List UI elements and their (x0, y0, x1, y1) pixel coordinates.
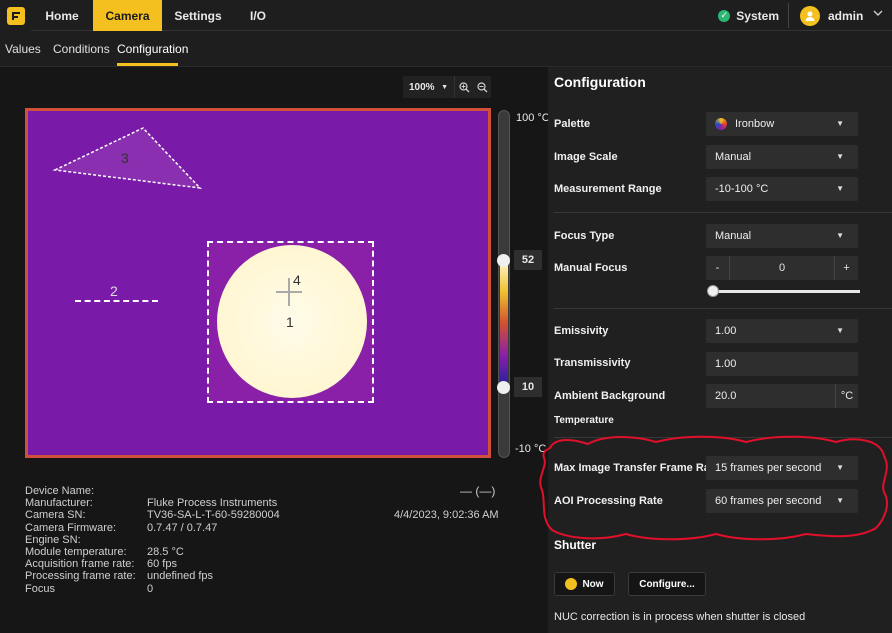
info-value: 0.7.47 / 0.7.47 (147, 521, 218, 534)
red-annotation-outline (539, 435, 888, 541)
palette-select[interactable]: Ironbow ▼ (706, 112, 858, 136)
ambient-label-2: Temperature (554, 415, 614, 426)
ambient-unit: °C (835, 384, 858, 408)
info-key: Device Name: (25, 485, 95, 497)
decrement-button[interactable]: - (706, 256, 730, 280)
region-2-label: 2 (110, 283, 118, 299)
info-row: Module temperature: 28.5 °C (25, 546, 280, 558)
palette-label: Palette (554, 118, 591, 130)
region-2-line[interactable] (75, 300, 158, 302)
image-scale-label: Image Scale (554, 151, 618, 163)
palette-swatch-icon (715, 118, 727, 130)
info-key: Acquisition frame rate: (25, 558, 135, 571)
check-circle-icon: ✓ (718, 9, 731, 22)
info-value: 28.5 °C (147, 546, 184, 559)
lower-scale-handle[interactable] (497, 381, 510, 394)
scale-gradient (500, 260, 508, 387)
manual-focus-value[interactable]: 0 (730, 262, 834, 274)
measurement-range-select[interactable]: -10-100 °C ▼ (706, 177, 858, 201)
upper-scale-handle[interactable] (497, 254, 510, 267)
divider (788, 3, 789, 28)
info-row: Camera SN: TV36-SA-L-T-60-59280004 (25, 509, 280, 521)
transmissivity-label: Transmissivity (554, 357, 631, 369)
nuc-note: NUC correction is in process when shutte… (554, 611, 806, 623)
system-status-label: System (736, 8, 779, 23)
lower-value: 10 (514, 377, 542, 397)
info-key: Camera SN: (25, 509, 86, 522)
emissivity-value: 1.00 (715, 325, 737, 337)
caret-down-icon: ▼ (836, 231, 844, 240)
shutter-icon (565, 578, 578, 590)
emissivity-select[interactable]: 1.00 ▼ (706, 319, 858, 343)
info-key: Focus (25, 582, 55, 595)
caret-down-icon: ▼ (836, 119, 844, 128)
scale-max-label: 100 °C (516, 112, 550, 124)
info-value: 60 fps (147, 558, 177, 571)
ambient-label: Ambient Background (554, 390, 666, 402)
region-1-label: 1 (286, 314, 294, 330)
user-menu[interactable]: admin (800, 0, 863, 31)
image-scale-value: Manual (715, 151, 752, 163)
info-value: TV36-SA-L-T-60-59280004 (147, 509, 280, 522)
configure-label: Configure... (639, 578, 695, 590)
info-key: Processing frame rate: (25, 570, 136, 583)
user-avatar-icon (800, 5, 820, 26)
info-key: Engine SN: (25, 533, 81, 546)
shutter-now-button[interactable]: Now (554, 572, 615, 596)
shutter-now-label: Now (582, 578, 604, 590)
manual-focus-stepper: - 0 + (706, 256, 858, 280)
divider (554, 308, 892, 309)
focus-slider-handle[interactable] (707, 285, 719, 297)
minmax-readout: — (—) (460, 484, 496, 498)
timestamp: 4/4/2023, 9:02:36 AM (394, 509, 499, 521)
info-row: Processing frame rate: undefined fps (25, 570, 280, 582)
focus-type-value: Manual (715, 230, 752, 242)
panel-title: Configuration (554, 74, 646, 90)
measurement-range-label: Measurement Range (554, 183, 662, 195)
caret-down-icon: ▼ (836, 326, 844, 335)
increment-button[interactable]: + (834, 256, 858, 280)
info-row: Camera Firmware: 0.7.47 / 0.7.47 (25, 522, 280, 534)
user-name: admin (828, 8, 864, 23)
info-row: Engine SN: (25, 534, 280, 546)
info-row: Device Name: (25, 485, 280, 497)
info-row: Focus 0 (25, 583, 280, 595)
region-4-label: 4 (293, 272, 301, 288)
info-row: Acquisition frame rate: 60 fps (25, 558, 280, 570)
focus-type-select[interactable]: Manual ▼ (706, 224, 858, 248)
palette-value: Ironbow (735, 118, 775, 130)
image-scale-select[interactable]: Manual ▼ (706, 145, 858, 169)
info-key: Module temperature: (25, 546, 127, 559)
transmissivity-input[interactable]: 1.00 (706, 352, 858, 376)
upper-value: 52 (514, 250, 542, 270)
caret-down-icon: ▼ (836, 184, 844, 193)
focus-type-label: Focus Type (554, 230, 615, 242)
region-3-label: 3 (121, 150, 129, 166)
crosshair-h (276, 291, 302, 293)
shutter-title: Shutter (554, 538, 596, 552)
caret-down-icon: ▼ (836, 152, 844, 161)
info-value: Fluke Process Instruments (147, 497, 278, 510)
manual-focus-label: Manual Focus (554, 262, 628, 274)
shutter-configure-button[interactable]: Configure... (628, 572, 706, 596)
info-key: Camera Firmware: (25, 521, 117, 534)
info-key: Manufacturer: (25, 497, 93, 510)
info-row: Manufacturer: Fluke Process Instruments (25, 497, 280, 509)
device-info: Device Name: Manufacturer: Fluke Process … (25, 485, 280, 595)
measurement-range-value: -10-100 °C (715, 183, 769, 195)
system-status[interactable]: ✓ System (718, 0, 779, 31)
info-value: 0 (147, 582, 154, 595)
emissivity-label: Emissivity (554, 325, 609, 337)
focus-slider-track[interactable] (710, 290, 860, 293)
chevron-down-icon[interactable] (873, 8, 883, 21)
divider (554, 212, 892, 213)
info-value: undefined fps (147, 570, 214, 583)
